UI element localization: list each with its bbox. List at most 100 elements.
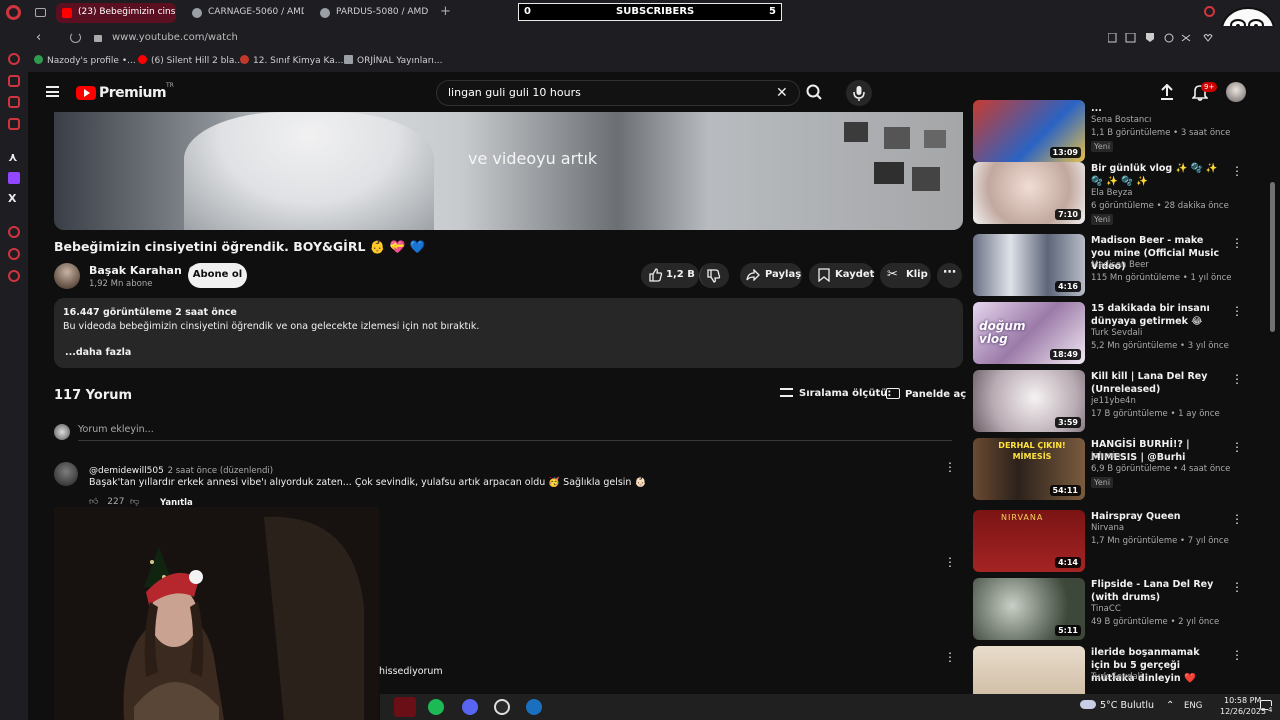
clock-time[interactable]: 10:58 PM [1224, 696, 1261, 705]
clear-search-icon[interactable]: ✕ [776, 85, 788, 101]
recommendation-channel[interactable]: Nirvana [1091, 523, 1124, 533]
recommendation-menu-icon[interactable]: ⋮ [1231, 580, 1243, 594]
video-thumbnail[interactable]: 5:11 [973, 578, 1085, 640]
recommendation-title[interactable]: Kill kill | Lana Del Rey (Unreleased) [1091, 370, 1221, 396]
channel-name[interactable]: Başak Karahan [89, 264, 197, 277]
bookmark-item[interactable]: ORJİNAL Yayınları... [344, 55, 443, 66]
recommendation-menu-icon[interactable]: ⋮ [1231, 304, 1243, 318]
mail-icon[interactable] [8, 96, 20, 108]
tray-chevron-icon[interactable]: ⌃ [1166, 700, 1174, 711]
recommendation-item[interactable]: 7:10 Bir günlük vlog ✨ 🫧 ✨ 🫧 ✨ 🫧 ✨ Ela Bey… [973, 162, 1263, 226]
upload-icon[interactable] [1160, 84, 1174, 100]
language-indicator[interactable]: ENG [1184, 701, 1202, 711]
opera-menu-icon[interactable] [6, 5, 21, 20]
page-scrollbar[interactable] [1268, 112, 1278, 694]
video-thumbnail[interactable]: 4:16 [973, 234, 1085, 296]
comment-author[interactable]: @demidewill505 [89, 466, 164, 476]
reload-icon[interactable] [70, 32, 81, 43]
weather-widget[interactable]: 5°C Bulutlu [1080, 700, 1154, 711]
messenger-icon[interactable] [8, 53, 20, 65]
share-button[interactable]: Paylaş [740, 263, 802, 288]
url-field[interactable]: www.youtube.com/watch [112, 32, 238, 43]
video-thumbnail[interactable]: NIRVANA 4:14 [973, 510, 1085, 572]
recommendation-item[interactable]: 4:16 Madison Beer - make you mine (Offici… [973, 234, 1263, 298]
voice-search-button[interactable] [846, 80, 872, 106]
more-actions-button[interactable]: ⋯ [937, 263, 962, 288]
twitch-icon[interactable] [8, 172, 20, 184]
add-comment-input[interactable]: Yorum ekleyin... [78, 424, 952, 441]
opera-taskbar-icon[interactable] [394, 697, 416, 717]
description-box[interactable]: 16.447 görüntüleme 2 saat önce Bu videod… [54, 298, 963, 368]
bookmark-item[interactable]: (6) Silent Hill 2 bla... [138, 55, 243, 66]
channel-avatar[interactable] [54, 263, 80, 289]
recommendation-menu-icon[interactable]: ⋮ [1231, 648, 1243, 662]
recommendation-menu-icon[interactable]: ⋮ [1231, 164, 1243, 178]
bookmark-item[interactable]: Nazody's profile •... [34, 55, 136, 66]
new-tab-icon[interactable]: + [440, 4, 451, 19]
recommendation-item[interactable]: DERHAL ÇIKIN! MİMESİS 54:11 HANGİSİ BURHİ!… [973, 438, 1263, 502]
ai-icon[interactable]: ⋏ [8, 150, 18, 164]
video-thumbnail[interactable]: 3:59 [973, 370, 1085, 432]
history-icon[interactable] [8, 226, 20, 238]
video-thumbnail[interactable]: DERHAL ÇIKIN! MİMESİS 54:11 [973, 438, 1085, 500]
recommendation-channel[interactable]: Turk Sevdali [1091, 672, 1142, 682]
commenter-avatar[interactable] [54, 462, 78, 486]
recommendation-menu-icon[interactable]: ⋮ [1231, 372, 1243, 386]
dislike-button[interactable] [699, 263, 729, 288]
recommendation-title[interactable]: ... [1091, 102, 1221, 112]
recommendation-item[interactable]: NIRVANA 4:14 Hairspray Queen Nirvana 1,7 Mn … [973, 510, 1263, 574]
recommendation-channel[interactable]: je11ybe4n [1091, 396, 1136, 406]
news-icon[interactable] [8, 118, 20, 130]
settings-gear-icon[interactable] [8, 270, 20, 282]
search-button[interactable] [800, 80, 830, 106]
extensions-icon[interactable] [8, 248, 20, 260]
video-thumbnail[interactable]: doğum vlog 18:49 [973, 302, 1085, 364]
scrollbar-thumb[interactable] [1270, 182, 1275, 332]
recommendation-title[interactable]: Flipside - Lana Del Rey (with drums) [1091, 578, 1221, 604]
recommendation-channel[interactable]: Jahrein [1091, 451, 1120, 461]
recommendation-item[interactable]: doğum vlog 18:49 15 dakikada bir insanı dü… [973, 302, 1263, 366]
recommendation-title[interactable]: Bir günlük vlog ✨ 🫧 ✨ 🫧 ✨ 🫧 ✨ [1091, 162, 1221, 188]
comment-menu-icon[interactable]: ⋮ [944, 460, 956, 474]
tab-carnage[interactable]: CARNAGE-5060 / AMD R [186, 3, 304, 23]
tab-overview-icon[interactable] [35, 8, 46, 17]
x-twitter-icon[interactable]: X [8, 192, 16, 205]
comment-like-button[interactable]: 👍︎ 227 [89, 497, 124, 507]
show-more-link[interactable]: ...daha fazla [65, 347, 131, 358]
tab-pardus[interactable]: PARDUS-5080 / AMD Ry [314, 3, 432, 23]
recommendation-channel[interactable]: Turk Sevdali [1091, 328, 1142, 338]
comment-menu-icon[interactable]: ⋮ [944, 555, 956, 569]
recommendation-channel[interactable]: Sena Bostancı [1091, 115, 1151, 125]
search-input[interactable]: lingan guli guli 10 hours [436, 80, 800, 106]
recommendation-menu-icon[interactable]: ⋮ [1231, 236, 1243, 250]
video-player[interactable] [54, 112, 963, 230]
recommendation-title[interactable]: Hairspray Queen [1091, 510, 1221, 523]
recommendation-menu-icon[interactable]: ⋮ [1231, 440, 1243, 454]
recommendation-channel[interactable]: Ela Beyza [1091, 188, 1132, 198]
discord-icon[interactable] [462, 699, 478, 715]
back-icon[interactable]: ‹ [36, 30, 41, 45]
avatar[interactable] [1226, 82, 1246, 102]
bookmark-item[interactable]: 12. Sınıf Kimya Ka... [240, 55, 343, 66]
clip-button[interactable]: ✂ Klip [880, 263, 931, 288]
steam-icon[interactable] [526, 699, 542, 715]
tab-youtube-video[interactable]: (23) Bebeğimizin cinsiyeti [56, 3, 176, 23]
like-button[interactable]: 1,2 B [641, 263, 699, 288]
hamburger-menu-icon[interactable] [46, 86, 59, 97]
recommendation-item[interactable]: 3:59 Kill kill | Lana Del Rey (Unreleased… [973, 370, 1263, 434]
recommendation-menu-icon[interactable]: ⋮ [1231, 512, 1243, 526]
comment-menu-icon[interactable]: ⋮ [944, 650, 956, 664]
browser-search-icon[interactable] [1204, 6, 1215, 17]
recommendation-channel[interactable]: Madison Beer [1091, 260, 1149, 270]
open-in-panel-button[interactable]: Panelde aç [886, 388, 966, 400]
save-button[interactable]: Kaydet [809, 263, 874, 288]
comment-dislike-icon[interactable]: 👎︎ [130, 497, 139, 507]
sort-comments-button[interactable]: Sıralama ölçütü: [780, 388, 891, 399]
spotify-icon[interactable] [428, 699, 444, 715]
bag-icon[interactable] [8, 75, 20, 87]
recommendation-title[interactable]: 15 dakikada bir insanı dünyaya getirmek … [1091, 302, 1221, 328]
recommendation-item[interactable]: 5:11 Flipside - Lana Del Rey (with drums)… [973, 578, 1263, 642]
obs-icon[interactable] [494, 699, 510, 715]
recommendation-channel[interactable]: TinaCC [1091, 604, 1121, 614]
video-thumbnail[interactable]: 7:10 [973, 162, 1085, 224]
